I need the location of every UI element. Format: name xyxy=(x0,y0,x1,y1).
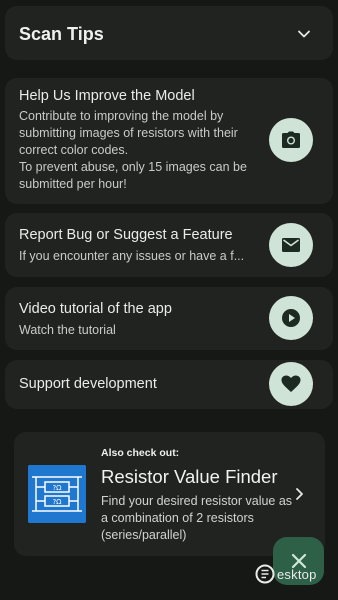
logo-label-bottom: ?Ω xyxy=(52,498,62,506)
promo-description: Find your desired resistor value as a co… xyxy=(101,494,293,542)
chevron-down-icon[interactable] xyxy=(297,27,311,41)
report-bug-title: Report Bug or Suggest a Feature xyxy=(19,227,233,243)
promo-kicker: Also check out: xyxy=(101,447,180,459)
improve-model-card[interactable]: Help Us Improve the Model Contribute to … xyxy=(5,78,333,204)
report-bug-description: If you encounter any issues or have a f.… xyxy=(19,249,245,263)
scan-tips-title: Scan Tips xyxy=(19,24,104,44)
watermark-logo-icon xyxy=(255,564,275,584)
camera-icon xyxy=(282,131,300,148)
video-tutorial-card[interactable]: Video tutorial of the app Watch the tuto… xyxy=(5,287,333,350)
chevron-right-icon xyxy=(296,488,303,500)
improve-model-limit-note: To prevent abuse, only 15 images can be … xyxy=(19,160,247,191)
play-circle-icon xyxy=(282,309,300,327)
improve-model-description: Contribute to improving the model by sub… xyxy=(19,108,259,193)
improve-model-description-line: Contribute to improving the model by sub… xyxy=(19,109,238,157)
submit-images-button[interactable] xyxy=(269,118,313,162)
send-email-button[interactable] xyxy=(269,223,313,267)
app-screen: Scan Tips Help Us Improve the Model Cont… xyxy=(0,0,338,600)
video-tutorial-title: Video tutorial of the app xyxy=(19,301,172,317)
donate-button[interactable] xyxy=(269,362,313,406)
promo-app-name: Resistor Value Finder xyxy=(101,466,278,487)
resistor-value-finder-logo: ?Ω ?Ω xyxy=(28,465,86,523)
logo-label-top: ?Ω xyxy=(52,484,62,492)
watermark: esktop xyxy=(255,563,317,585)
support-development-card[interactable]: Support development xyxy=(5,360,333,409)
heart-icon xyxy=(281,375,301,392)
play-tutorial-button[interactable] xyxy=(269,296,313,340)
report-bug-card[interactable]: Report Bug or Suggest a Feature If you e… xyxy=(5,213,333,277)
video-tutorial-description: Watch the tutorial xyxy=(19,323,116,337)
scan-tips-header[interactable]: Scan Tips xyxy=(5,6,333,60)
support-development-title: Support development xyxy=(19,376,157,392)
mail-icon xyxy=(282,238,300,252)
watermark-text: esktop xyxy=(277,566,317,582)
improve-model-title: Help Us Improve the Model xyxy=(19,88,195,104)
resistor-value-finder-promo[interactable]: ?Ω ?Ω Also check out: Resistor Value Fin… xyxy=(14,432,325,556)
